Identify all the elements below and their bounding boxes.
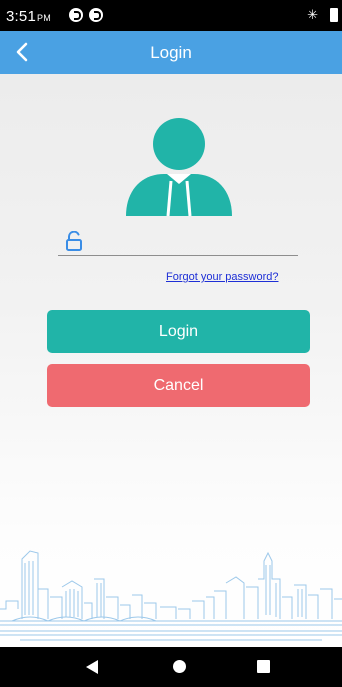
forgot-password-link[interactable]: Forgot your password?: [166, 271, 279, 283]
title-bar: Login: [0, 31, 342, 74]
recent-apps-square-icon[interactable]: [257, 660, 270, 673]
bluetooth-icon: ✳: [307, 7, 318, 22]
status-right-icons: ✳: [307, 7, 338, 23]
status-notification-icons: [69, 8, 103, 22]
password-field[interactable]: [58, 228, 298, 256]
back-triangle-icon[interactable]: [86, 660, 98, 674]
login-button[interactable]: Login: [47, 310, 310, 353]
user-avatar-icon: [126, 118, 232, 216]
login-content: Forgot your password? Login Cancel: [0, 74, 342, 647]
status-bar: 3:51PM ✳: [0, 0, 342, 31]
status-time-ampm: PM: [37, 13, 51, 23]
notification-icon: [89, 8, 103, 22]
city-skyline-illustration: [0, 550, 342, 641]
navigation-bar: [0, 647, 342, 687]
password-input[interactable]: [92, 230, 296, 252]
lock-icon: [66, 231, 82, 251]
page-title: Login: [150, 43, 192, 62]
notification-icon: [69, 8, 83, 22]
home-circle-icon[interactable]: [173, 660, 186, 673]
battery-icon: [330, 8, 338, 22]
status-time: 3:51PM: [6, 8, 51, 25]
status-time-value: 3:51: [6, 8, 36, 25]
cancel-button[interactable]: Cancel: [47, 364, 310, 407]
